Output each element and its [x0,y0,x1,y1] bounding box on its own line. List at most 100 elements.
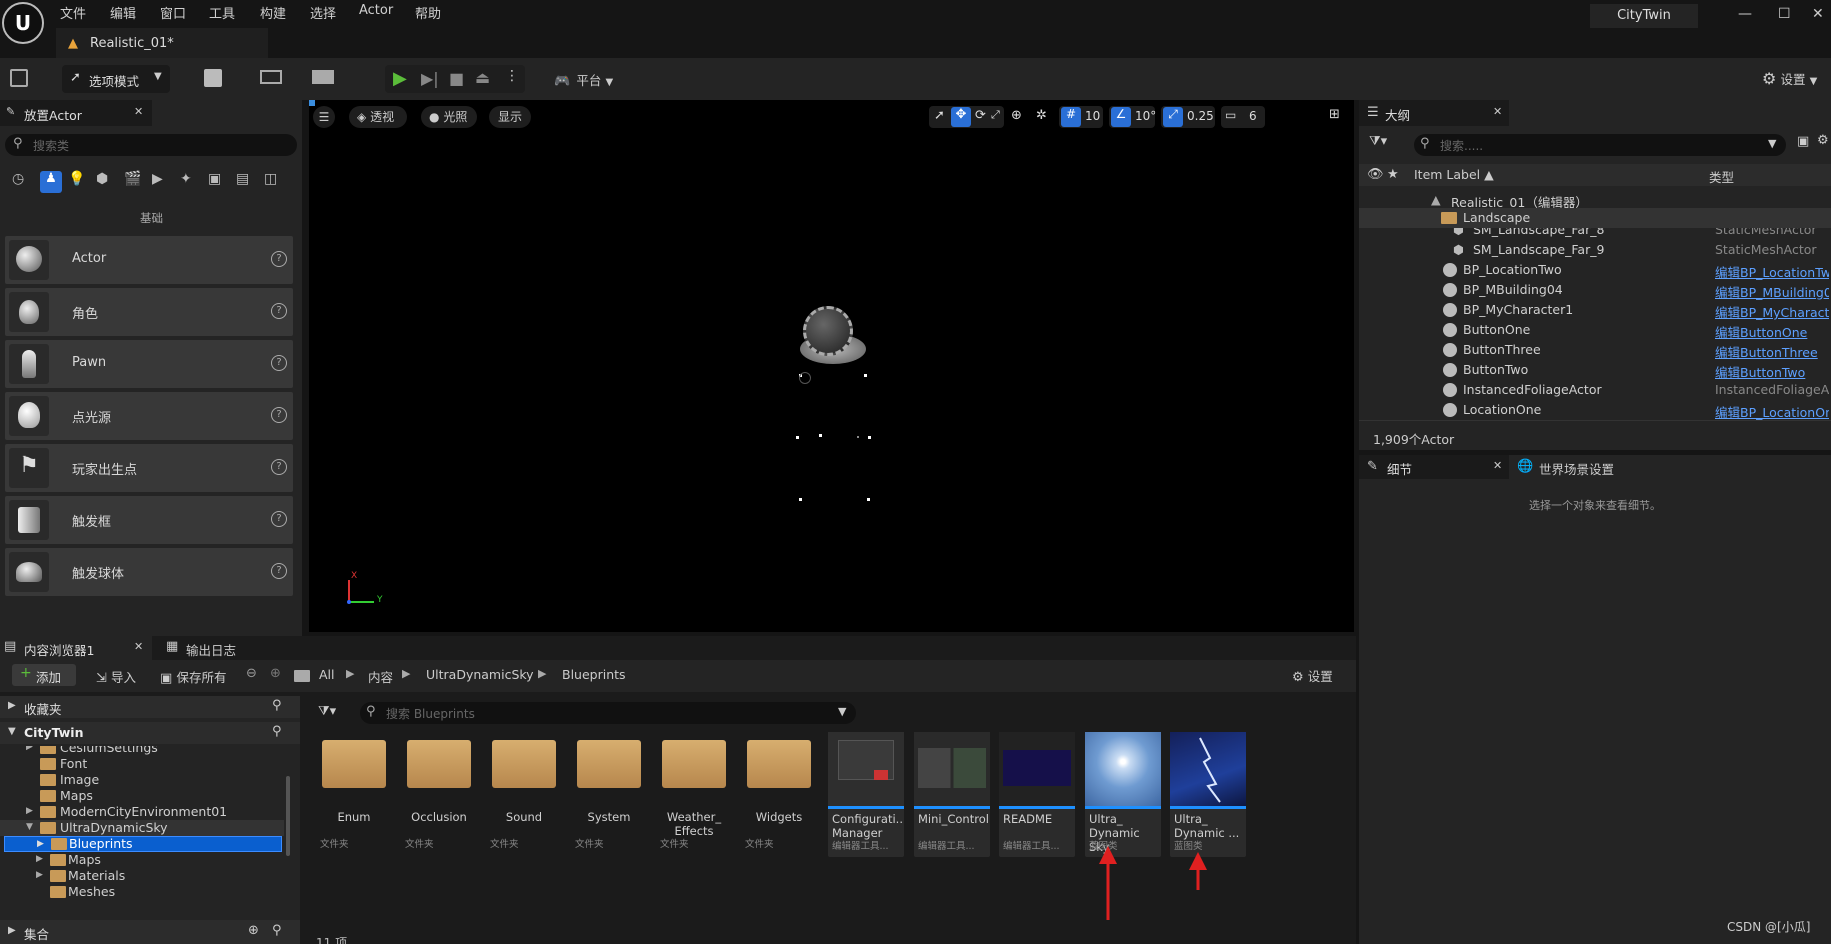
select-cursor-icon[interactable]: ➚ [934,108,945,123]
unreal-logo-icon[interactable]: U [2,2,44,44]
world-settings-tab[interactable]: 🌐 世界场景设置 [1509,455,1659,479]
basic-category-icon[interactable]: ♟ [40,171,62,193]
world-space-icon[interactable]: ⊕ [1011,108,1022,123]
help-icon[interactable]: ? [271,511,287,527]
close-tab-icon[interactable]: ✕ [1493,105,1502,118]
collections-header[interactable]: ▶ 集合 ⊕ ⚲ [0,920,300,944]
menu-help[interactable]: 帮助 [415,3,441,22]
place-item-trigger-sphere[interactable]: 触发球体 ? [5,548,293,596]
more-options-icon[interactable]: ⋮ [505,68,519,84]
place-item-actor[interactable]: Actor ? [5,236,293,284]
play-icon[interactable]: ▶ [393,68,407,89]
blueprint-icon[interactable] [260,70,282,84]
outliner-row[interactable]: LocationOne 编辑BP_LocationOne [1359,400,1831,420]
breadcrumb-blueprints[interactable]: Blueprints [562,667,626,682]
geometry-icon[interactable]: ▣ [208,171,221,187]
tree-item-selected[interactable]: ▶ Blueprints [4,836,282,852]
outliner-row[interactable]: ButtonThree 编辑ButtonThree [1359,340,1831,360]
viewport-menu-button[interactable]: ☰ [313,106,335,128]
scale-icon[interactable]: ⤢ [991,108,1000,122]
tree-scrollbar[interactable] [286,776,290,856]
folder-add-icon[interactable]: ▣ [1797,134,1809,149]
breadcrumb-all[interactable]: All [319,667,335,682]
menu-edit[interactable]: 编辑 [110,3,136,22]
settings-button[interactable]: ⚙ 设置 ▼ [1762,69,1817,88]
menu-file[interactable]: 文件 [60,3,86,22]
import-button[interactable]: ⇲ 导入 [96,667,136,686]
place-item-character[interactable]: 角色 ? [5,288,293,336]
content-browser-tab[interactable]: ▤ 内容浏览器1 ✕ [0,636,152,660]
close-tab-icon[interactable]: ✕ [134,640,143,653]
search-icon[interactable]: ⚲ [272,724,282,739]
outliner-level-row[interactable]: ▲ Realistic_01（编辑器） [1359,190,1831,210]
outliner-row[interactable]: ⬢ SM_Landscape_Far_8 StaticMeshActor [1359,228,1831,240]
col-type[interactable]: 类型 [1709,167,1734,186]
filter-icon[interactable]: ⧩▾ [1369,134,1387,149]
help-icon[interactable]: ? [271,303,287,319]
mode-select[interactable]: ➚ 选项模式 ▼ [62,65,170,93]
document-tab[interactable]: ▲ Realistic_01* [56,28,268,58]
asset-tile[interactable]: Ultra_ Dynamic Sky 蓝图类 [1085,732,1161,857]
close-window-icon[interactable]: ✕ [1812,6,1824,22]
asset-search[interactable]: ⚲ 搜索 Blueprints ▼ [360,702,856,724]
asset-tile[interactable]: README 编辑器工具... [999,732,1075,857]
perspective-button[interactable]: ◈ 透视 [349,106,407,128]
place-item-trigger-box[interactable]: 触发框 ? [5,496,293,544]
favorites-header[interactable]: ▶ 收藏夹 ⚲ [0,696,300,718]
place-actor-search[interactable]: ⚲ 搜索类 [5,134,297,156]
recent-icon[interactable]: ◷ [12,171,34,193]
tree-item[interactable]: ▼ UltraDynamicSky [0,820,284,836]
outliner-row[interactable]: InstancedFoliageActor InstancedFoliageAc… [1359,380,1831,400]
actor-sphere-sprite[interactable] [803,306,853,356]
eject-icon[interactable]: ⏏ [475,68,490,87]
row-type-link[interactable]: 编辑BP_MBuilding04 [1715,282,1829,301]
outliner-folder-row[interactable]: Landscape [1359,208,1831,228]
folder-tile[interactable]: System 文件夹 [571,732,647,860]
save-icon[interactable] [10,69,28,87]
output-log-tab[interactable]: ▦ 输出日志 [160,636,260,660]
outliner-row[interactable]: BP_LocationTwo 编辑BP_LocationTwo [1359,260,1831,280]
asset-tile[interactable]: Configurati... Manager 编辑器工具... [828,732,904,857]
all-classes-icon[interactable]: ▤ [236,171,249,187]
lights-icon[interactable]: 💡 [68,171,85,187]
menu-select[interactable]: 选择 [310,3,336,22]
place-item-pawn[interactable]: Pawn ? [5,340,293,388]
outliner-row[interactable]: ButtonTwo 编辑ButtonTwo [1359,360,1831,380]
translate-icon[interactable]: ✥ [951,107,971,127]
row-type-link[interactable]: 编辑BP_LocationOne [1715,402,1829,421]
maximize-icon[interactable]: ☐ [1778,6,1791,22]
menu-build[interactable]: 构建 [260,3,286,22]
menu-tools[interactable]: 工具 [209,3,235,22]
stop-icon[interactable]: ■ [449,69,464,88]
outliner-search[interactable]: ⚲ 搜索..... ▼ [1414,134,1786,156]
forward-icon[interactable]: ⊕ [270,666,281,681]
breadcrumb-ultradynamicsky[interactable]: UltraDynamicSky [426,667,534,682]
visibility-icon[interactable]: 👁 [1367,167,1384,182]
scale-snap-control[interactable]: ⤢ 0.25 [1161,106,1215,128]
place-actor-tab[interactable]: ✎ 放置Actor ✕ [0,100,152,126]
help-icon[interactable]: ? [271,407,287,423]
camera-speed-control[interactable]: ▭ 6 [1221,106,1265,128]
row-type-link[interactable]: 编辑ButtonOne [1715,322,1829,341]
shapes-icon[interactable]: ⬢ [96,171,108,187]
level-viewport[interactable]: ☰ ◈ 透视 ● 光照 显示 ➚ ✥ ⟳ ⤢ ⊕ ✲ # 10 ∠ 10° ⤢ … [309,100,1354,632]
breadcrumb-content[interactable]: 内容 [368,667,393,686]
folder-tile[interactable]: Weather_ Effects 文件夹 [656,732,732,860]
gear-icon[interactable]: ⚙ [1817,133,1829,148]
row-type-link[interactable]: 编辑ButtonThree [1715,342,1829,361]
search-icon[interactable]: ⚲ [272,698,282,713]
help-icon[interactable]: ? [271,251,287,267]
asset-tile[interactable]: Ultra_ Dynamic ... 蓝图类 [1170,732,1246,857]
help-icon[interactable]: ? [271,563,287,579]
custom-icon[interactable]: ◫ [264,171,277,187]
folder-tile[interactable]: Widgets 文件夹 [741,732,817,860]
help-icon[interactable]: ? [271,459,287,475]
content-settings-button[interactable]: ⚙ 设置 [1292,666,1333,685]
menu-actor[interactable]: Actor [359,3,393,18]
volumes-icon[interactable]: ✦ [180,171,192,187]
filter-icon[interactable]: ⧩▾ [318,704,336,719]
show-button[interactable]: 显示 [489,106,531,128]
outliner-row[interactable]: BP_MyCharacter1 编辑BP_MyCharacter1 [1359,300,1831,320]
row-type-link[interactable]: 编辑BP_MyCharacter1 [1715,302,1829,321]
place-item-player-start[interactable]: ⚑ 玩家出生点 ? [5,444,293,492]
